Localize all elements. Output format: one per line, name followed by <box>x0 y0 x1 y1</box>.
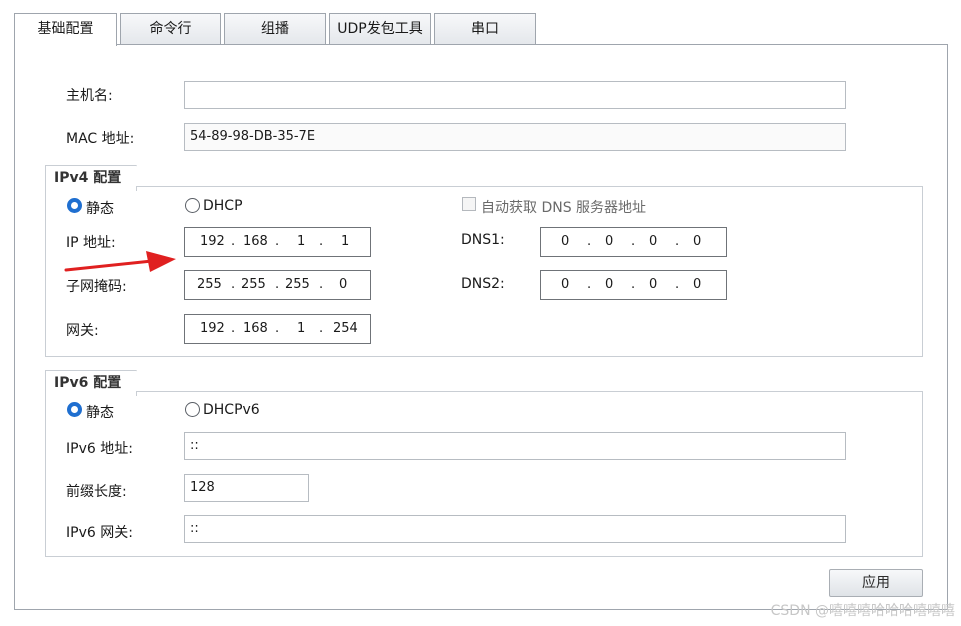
mac-field: 54-89-98-DB-35-7E <box>184 123 846 151</box>
ipv6-static-label: 静态 <box>86 405 114 421</box>
dns1-dot-2: . <box>631 234 636 249</box>
ipv6-dhcp-label: DHCPv6 <box>203 402 260 418</box>
mask-octet-1: 255 <box>197 277 222 292</box>
gw-octet-3: 1 <box>297 321 306 336</box>
subnet-mask-label: 子网掩码: <box>66 279 127 295</box>
ip-octet-4: 1 <box>341 234 350 249</box>
dns1-octet-3: 0 <box>649 234 658 249</box>
ipv4-dhcp-label: DHCP <box>203 198 243 214</box>
ipv4-static-label: 静态 <box>86 201 114 217</box>
gw-octet-2: 168 <box>243 321 268 336</box>
ipv6-tab-slant <box>136 370 150 391</box>
dns1-octet-4: 0 <box>693 234 702 249</box>
gw-dot-2: . <box>275 321 280 336</box>
ipv4-tab-slant <box>136 165 150 186</box>
ipv6-gateway-label: IPv6 网关: <box>66 525 133 541</box>
watermark-text: CSDN @嘻嘻嘻哈哈哈嘻嘻嘻 <box>770 603 955 619</box>
tab-command-line[interactable]: 命令行 <box>120 13 221 45</box>
ipv6-static-radio[interactable] <box>67 402 82 417</box>
dns2-dot-2: . <box>631 277 636 292</box>
dns2-octet-2: 0 <box>605 277 614 292</box>
red-arrow-icon <box>64 251 176 272</box>
subnet-mask-field[interactable]: 255 . 255 . 255 . 0 <box>184 270 371 300</box>
dns2-octet-1: 0 <box>561 277 570 292</box>
dns2-octet-3: 0 <box>649 277 658 292</box>
ip-dot-3: . <box>319 234 324 249</box>
ip-dot-1: . <box>231 234 236 249</box>
dns1-dot-3: . <box>675 234 680 249</box>
mask-dot-1: . <box>231 277 236 292</box>
ipv6-address-field[interactable]: :: <box>184 432 846 460</box>
gateway-field[interactable]: 192 . 168 . 1 . 254 <box>184 314 371 344</box>
mask-dot-3: . <box>319 277 324 292</box>
hostname-label: 主机名: <box>66 88 113 104</box>
gw-octet-1: 192 <box>200 321 225 336</box>
tab-multicast[interactable]: 组播 <box>224 13 326 45</box>
gw-dot-1: . <box>231 321 236 336</box>
ipv6-address-label: IPv6 地址: <box>66 441 133 457</box>
ip-octet-2: 168 <box>243 234 268 249</box>
hostname-field[interactable] <box>184 81 846 109</box>
mask-octet-3: 255 <box>285 277 310 292</box>
dns1-label: DNS1: <box>461 232 505 248</box>
prefix-length-field[interactable]: 128 <box>184 474 309 502</box>
tab-basic-config[interactable]: 基础配置 <box>14 13 117 46</box>
dns2-dot-3: . <box>675 277 680 292</box>
tab-serial[interactable]: 串口 <box>434 13 536 45</box>
ipv4-group-title: IPv4 配置 <box>45 165 137 191</box>
gw-octet-4: 254 <box>333 321 358 336</box>
ipv6-group-title: IPv6 配置 <box>45 370 137 396</box>
ipv6-dhcp-radio[interactable] <box>185 402 200 417</box>
mac-label: MAC 地址: <box>66 131 135 147</box>
dns1-dot-1: . <box>587 234 592 249</box>
ipv6-gateway-field[interactable]: :: <box>184 515 846 543</box>
auto-dns-checkbox[interactable] <box>462 197 476 211</box>
mask-octet-2: 255 <box>241 277 266 292</box>
dns1-octet-1: 0 <box>561 234 570 249</box>
ip-octet-1: 192 <box>200 234 225 249</box>
ip-address-field[interactable]: 192 . 168 . 1 . 1 <box>184 227 371 257</box>
mask-dot-2: . <box>275 277 280 292</box>
prefix-length-label: 前缀长度: <box>66 484 127 500</box>
tab-udp-tool[interactable]: UDP发包工具 <box>329 13 431 45</box>
ip-octet-3: 1 <box>297 234 306 249</box>
dns1-field[interactable]: 0 . 0 . 0 . 0 <box>540 227 727 257</box>
gateway-label: 网关: <box>66 323 99 339</box>
auto-dns-label: 自动获取 DNS 服务器地址 <box>481 200 647 216</box>
dns2-label: DNS2: <box>461 276 505 292</box>
apply-button[interactable]: 应用 <box>829 569 923 597</box>
dns2-dot-1: . <box>587 277 592 292</box>
ip-dot-2: . <box>275 234 280 249</box>
mask-octet-4: 0 <box>339 277 348 292</box>
dns2-octet-4: 0 <box>693 277 702 292</box>
dns1-octet-2: 0 <box>605 234 614 249</box>
ipv4-dhcp-radio[interactable] <box>185 198 200 213</box>
gw-dot-3: . <box>319 321 324 336</box>
dns2-field[interactable]: 0 . 0 . 0 . 0 <box>540 270 727 300</box>
ipv4-static-radio[interactable] <box>67 198 82 213</box>
